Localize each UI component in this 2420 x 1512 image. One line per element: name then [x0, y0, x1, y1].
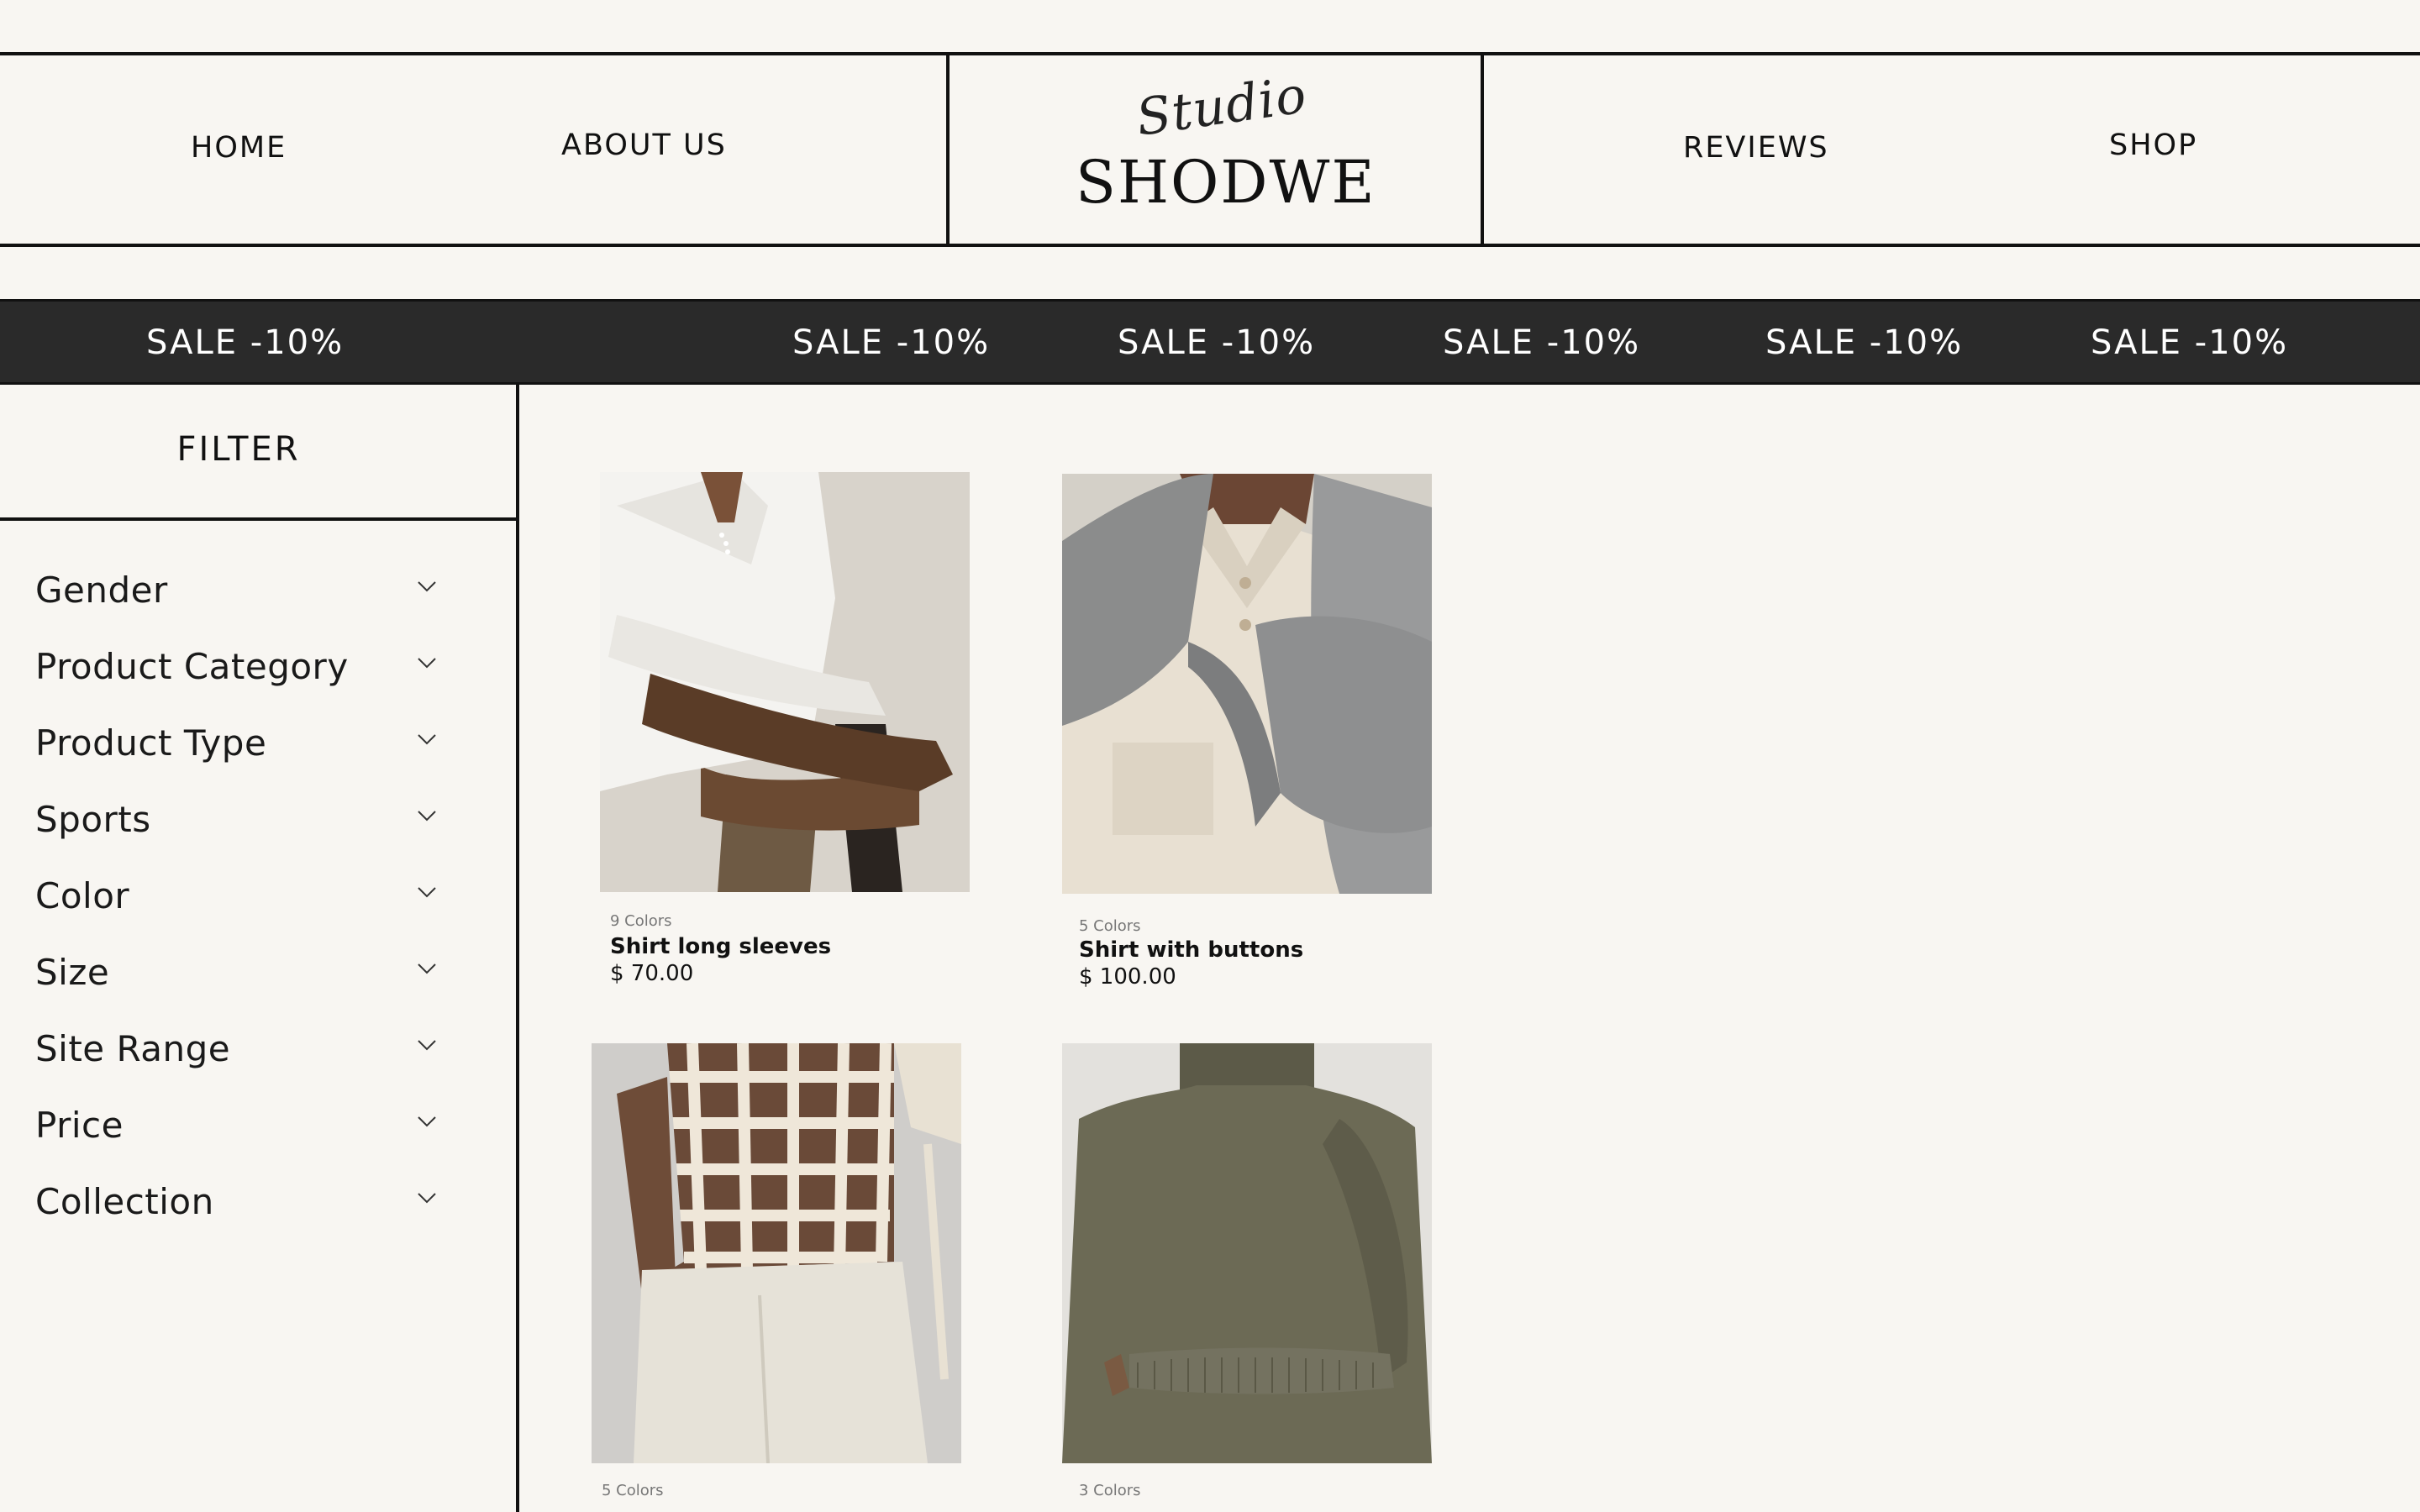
nav-home[interactable]: HOME: [191, 131, 287, 165]
product-image: [592, 1043, 961, 1463]
chevron-down-icon: [418, 811, 436, 822]
product-card[interactable]: 5 Colors: [592, 1043, 961, 1512]
product-name: Shirt with buttons: [1079, 937, 1304, 963]
chevron-down-icon: [418, 1193, 436, 1204]
sale-text: SALE -10%: [146, 323, 345, 362]
product-name: Shirt long sleeves: [610, 934, 832, 959]
sale-text: SALE -10%: [1765, 323, 1964, 362]
sidebar-divider: [516, 385, 519, 1512]
chevron-down-icon: [418, 887, 436, 898]
product-image: [1062, 474, 1432, 894]
filter-gender[interactable]: Gender: [35, 564, 447, 623]
product-price: $ 70.00: [610, 961, 694, 986]
product-card[interactable]: 9 Colors Shirt long sleeves $ 70.00: [600, 472, 970, 993]
nav-shop[interactable]: SHOP: [2109, 129, 2197, 162]
chevron-down-icon: [418, 1040, 436, 1051]
sale-text: SALE -10%: [792, 323, 991, 362]
filter-product-category[interactable]: Product Category: [35, 641, 447, 700]
logo-box-right-rule: [1481, 52, 1484, 247]
filter-product-type[interactable]: Product Type: [35, 717, 447, 776]
product-colors: 9 Colors: [610, 912, 672, 930]
filter-label: Collection: [35, 1181, 214, 1222]
chevron-down-icon: [418, 658, 436, 669]
filter-label: Price: [35, 1105, 124, 1146]
product-image: [1062, 1043, 1432, 1463]
header-bottom-rule: [0, 244, 2420, 247]
filter-label: Site Range: [35, 1028, 231, 1069]
filter-title: FILTER: [176, 430, 301, 469]
sale-text: SALE -10%: [1443, 323, 1641, 362]
nav-about-us[interactable]: ABOUT US: [561, 129, 727, 162]
product-colors: 5 Colors: [602, 1482, 664, 1499]
filter-label: Sports: [35, 799, 151, 840]
filter-price[interactable]: Price: [35, 1100, 447, 1158]
product-card[interactable]: 5 Colors Shirt with buttons $ 100.00: [1062, 474, 1432, 995]
brand-name: SHODWE: [1076, 148, 1376, 217]
filter-sports[interactable]: Sports: [35, 794, 447, 853]
chevron-down-icon: [418, 581, 436, 592]
chevron-down-icon: [418, 1116, 436, 1127]
filter-color[interactable]: Color: [35, 870, 447, 929]
chevron-down-icon: [418, 734, 436, 745]
filter-label: Product Type: [35, 722, 267, 764]
filter-label: Size: [35, 952, 110, 993]
filter-label: Product Category: [35, 646, 349, 687]
product-card[interactable]: 3 Colors: [1062, 1043, 1432, 1512]
product-price: $ 100.00: [1079, 964, 1176, 990]
chevron-down-icon: [418, 963, 436, 974]
filter-title-rule: [0, 517, 519, 521]
filter-size[interactable]: Size: [35, 947, 447, 1005]
filter-label: Color: [35, 875, 130, 916]
sale-banner: SALE -10% SALE -10% SALE -10% SALE -10% …: [0, 299, 2420, 385]
product-colors: 3 Colors: [1079, 1482, 1141, 1499]
sale-text: SALE -10%: [2091, 323, 2289, 362]
product-colors: 5 Colors: [1079, 917, 1141, 935]
nav-reviews[interactable]: REVIEWS: [1683, 131, 1829, 165]
filter-collection[interactable]: Collection: [35, 1176, 447, 1235]
sale-text: SALE -10%: [1118, 323, 1316, 362]
product-image: [600, 472, 970, 892]
filter-label: Gender: [35, 570, 168, 611]
filter-site-range[interactable]: Site Range: [35, 1023, 447, 1082]
